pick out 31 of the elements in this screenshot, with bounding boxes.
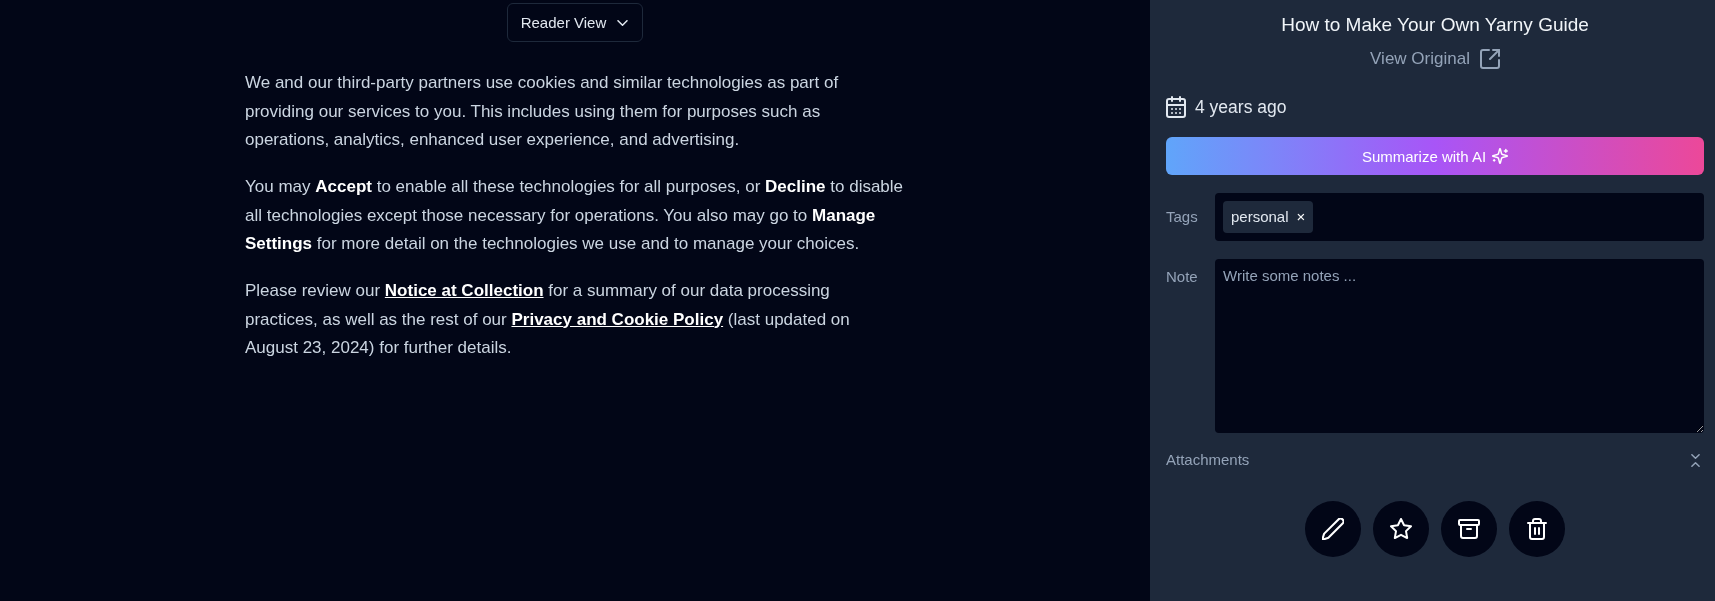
attachments-label: Attachments xyxy=(1166,450,1250,470)
delete-button[interactable] xyxy=(1509,501,1565,557)
tag-label: personal xyxy=(1231,208,1289,225)
view-original-link[interactable]: View Original xyxy=(1370,46,1500,72)
tags-field[interactable]: personal × xyxy=(1215,192,1704,241)
reader-view-dropdown[interactable]: Reader View xyxy=(506,3,644,42)
pencil-icon xyxy=(1322,518,1344,540)
chevrons-icon xyxy=(1691,453,1700,467)
paragraph-text: You may Accept to enable all these technologies for all purposes, or Decline to disable all technologies except those necessary for operations. You also may go to Manage Settings for more detail on the technologies we use and to manage your choices. xyxy=(245,176,905,255)
star-icon xyxy=(1390,518,1412,540)
favourite-button[interactable] xyxy=(1373,501,1429,557)
summarize-button[interactable]: Summarize with AI xyxy=(1166,137,1704,175)
notice-link[interactable]: Notice at Collection xyxy=(384,281,544,300)
date-text: 4 years ago xyxy=(1195,96,1287,119)
paragraph-text: We and our third-party partners use cookies and similar technologies as part of providing our services to you. This includes using them for purposes such as operations, analytics, enhanced user experience, and advertising. xyxy=(245,72,840,151)
trash-icon xyxy=(1526,518,1548,540)
collapse-button[interactable] xyxy=(1691,453,1700,467)
archive-box-icon xyxy=(1458,518,1480,540)
archive-button[interactable] xyxy=(1441,501,1497,557)
policy-link[interactable]: Privacy and Cookie Policy xyxy=(511,309,724,329)
sparkle-icon xyxy=(1492,148,1509,164)
tags-label: Tags xyxy=(1166,206,1199,227)
note-field[interactable]: Write some notes ... xyxy=(1215,259,1704,433)
paragraph-text: Please review our Notice at Collection for a summary of our data processing practices, as well as the rest of our Privacy and Cookie Policy (last updated on August 23, 2024) for further details. xyxy=(245,280,851,359)
bookmark-title: How to Make Your Own Yarny Guide xyxy=(1280,13,1590,37)
external-link-icon xyxy=(1479,49,1500,69)
remove-tag-button[interactable]: × xyxy=(1296,209,1306,224)
note-label: Note xyxy=(1166,267,1199,287)
edit-button[interactable] xyxy=(1305,501,1361,557)
caret-icon xyxy=(617,19,629,26)
calendar-icon xyxy=(1166,96,1186,118)
